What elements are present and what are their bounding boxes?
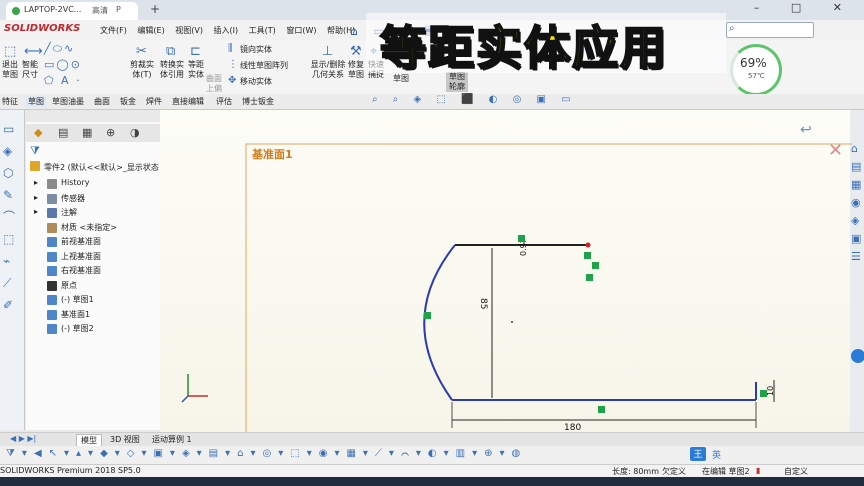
sketch-svg: 85 180 10 0.97 ↩ ✕ — [181, 122, 864, 452]
origin-dot — [511, 321, 513, 323]
status-units[interactable]: 自定义 — [784, 466, 808, 477]
status-defined: 欠定义 — [662, 467, 686, 476]
bottom-tabs: ◀ ▶ ▶| 模型 3D 视图 运动算例 1 — [0, 432, 864, 447]
status-length: 长度: 80mm — [612, 467, 660, 476]
relation-marker — [760, 390, 767, 397]
relation-marker — [584, 252, 591, 259]
ime-lang[interactable]: 英 — [712, 448, 721, 461]
status-bar: SOLIDWORKS Premium 2018 SP5.0 长度: 80mm 欠… — [0, 464, 864, 478]
bottom-toolbar: ⧩▾◀↖▾▴▾◆▾◇▾▣▾◈▾▤▾⌂▾◎▾⬚▾◉▾▦▾⟋▾⌒▾◐▾▥▾⊕▾◍ — [0, 446, 864, 464]
os-taskbar — [0, 477, 864, 486]
endpoint-point — [585, 242, 591, 248]
dim-10-label: 10 — [766, 386, 775, 396]
status-rebuild-icon[interactable]: ▮ — [756, 466, 760, 475]
close-sketch-icon: ✕ — [828, 140, 843, 161]
relation-marker — [598, 406, 605, 413]
relation-marker — [586, 274, 593, 281]
relation-marker — [518, 235, 525, 242]
tab-motion-study[interactable]: 运动算例 1 — [148, 434, 196, 445]
rollback-icon: ↩ — [800, 122, 812, 138]
tab-3d-view[interactable]: 3D 视图 — [106, 434, 144, 445]
status-editing: 在编辑 草图2 — [702, 467, 750, 476]
status-product: SOLIDWORKS Premium 2018 SP5.0 — [0, 466, 141, 475]
relation-marker — [424, 312, 431, 319]
dim-85-label: 85 — [478, 298, 488, 309]
plane-border — [245, 143, 852, 452]
bottom-nav-icons[interactable]: ◀ ▶ ▶| — [6, 434, 40, 443]
relation-marker — [592, 262, 599, 269]
sketch-arc — [423, 244, 456, 401]
side-panel-toggle-icon — [851, 349, 864, 363]
ime-key-button[interactable]: 王 — [690, 447, 706, 461]
triad-z — [181, 395, 189, 403]
selection-filter-icons[interactable]: ⧩▾◀↖▾▴▾◆▾◇▾▣▾◈▾▤▾⌂▾◎▾⬚▾◉▾▦▾⟋▾⌒▾◐▾▥▾⊕▾◍ — [6, 448, 527, 459]
